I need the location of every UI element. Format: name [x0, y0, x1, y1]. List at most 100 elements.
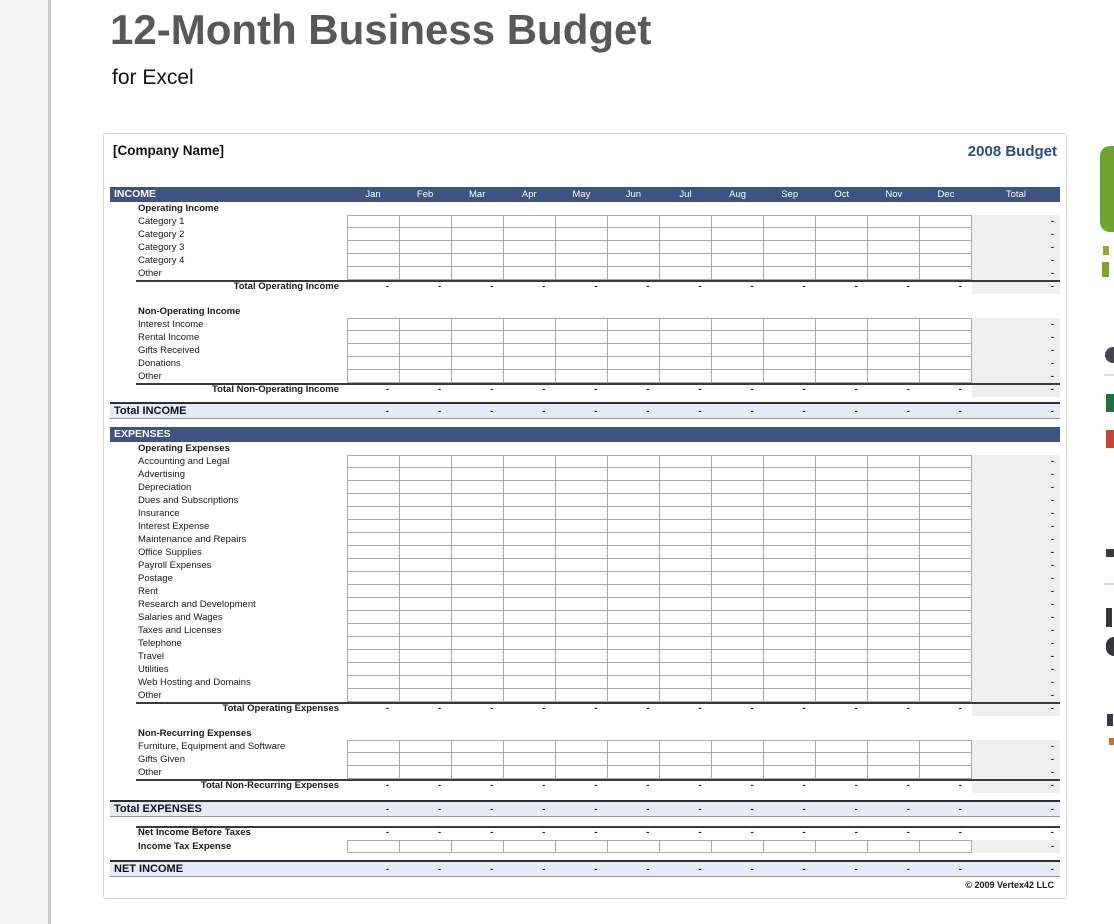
input-cell [920, 318, 972, 331]
dash-cell: - [712, 280, 764, 294]
sheet: INCOMEJanFebMarAprMayJunJulAugSepOctNovD… [110, 187, 1060, 877]
row-label: Insurance [110, 507, 347, 520]
entry-row: Office Supplies- [110, 546, 1060, 559]
empty-cell [555, 442, 607, 455]
input-cell [920, 507, 972, 520]
input-cell [504, 533, 556, 546]
input-cell [400, 468, 452, 481]
dash-cell: - [816, 779, 868, 793]
empty-cell [764, 727, 816, 740]
total-cell: - [972, 331, 1060, 344]
input-cell [712, 753, 764, 766]
text-clipped-1 [1106, 549, 1114, 557]
empty-cell [920, 442, 972, 455]
input-cell [764, 507, 816, 520]
month-header [451, 427, 503, 442]
empty-cell [764, 442, 816, 455]
total-cell: - [972, 862, 1060, 876]
dash-cell: - [868, 404, 920, 418]
entry-row: Interest Income- [110, 318, 1060, 331]
input-cell [712, 585, 764, 598]
input-cell [608, 766, 660, 779]
input-cell [868, 611, 920, 624]
input-cell [347, 370, 400, 383]
input-cell [452, 740, 504, 753]
entry-row: Category 2- [110, 228, 1060, 241]
input-cell [868, 840, 920, 853]
download-button-clipped[interactable] [1100, 146, 1114, 232]
input-cell [712, 481, 764, 494]
entry-row: Other- [110, 267, 1060, 280]
input-cell [816, 520, 868, 533]
total-cell: - [972, 598, 1060, 611]
group-title: Operating Income [110, 202, 347, 215]
link-text-clipped-1[interactable] [1103, 246, 1109, 255]
input-cell [556, 840, 608, 853]
input-cell [400, 215, 452, 228]
empty-cell [347, 727, 399, 740]
empty-cell [607, 202, 659, 215]
input-cell [764, 689, 816, 702]
dash-cell: - [868, 779, 920, 793]
input-cell [400, 637, 452, 650]
input-cell [816, 344, 868, 357]
input-cell [452, 481, 504, 494]
total-cell: - [972, 344, 1060, 357]
dash-cell: - [399, 404, 451, 418]
row-label: Category 1 [110, 215, 347, 228]
row-label: Accounting and Legal [110, 455, 347, 468]
input-cell [504, 468, 556, 481]
input-cell [920, 624, 972, 637]
entry-row: Advertising- [110, 468, 1060, 481]
month-header [659, 427, 711, 442]
input-cell [764, 546, 816, 559]
month-header: Oct [816, 187, 868, 202]
input-cell [504, 228, 556, 241]
band-label: NET INCOME [110, 862, 347, 876]
input-cell [504, 840, 556, 853]
input-cell [920, 481, 972, 494]
input-cell [400, 598, 452, 611]
input-cell [452, 507, 504, 520]
input-cell [400, 507, 452, 520]
input-cell [608, 598, 660, 611]
dash-cell: - [451, 702, 503, 716]
dash-cell: - [399, 383, 451, 397]
empty-cell [503, 202, 555, 215]
row-label: Postage [110, 572, 347, 585]
input-cell [764, 740, 816, 753]
row-label: Other [110, 267, 347, 280]
dash-cell: - [555, 802, 607, 816]
link-text-clipped-2[interactable] [1102, 262, 1109, 277]
input-cell [400, 344, 452, 357]
input-cell [452, 468, 504, 481]
input-cell [660, 559, 712, 572]
input-cell [608, 663, 660, 676]
spacer-row [110, 817, 1060, 826]
input-cell [816, 215, 868, 228]
input-cell [556, 624, 608, 637]
total-header: Total [972, 187, 1060, 202]
input-cell [660, 318, 712, 331]
input-cell [504, 267, 556, 280]
input-cell [608, 650, 660, 663]
input-cell [816, 331, 868, 344]
total-cell [972, 727, 1060, 740]
input-cell [400, 318, 452, 331]
dash-cell: - [451, 383, 503, 397]
dash-cell: - [399, 862, 451, 876]
input-cell [816, 585, 868, 598]
total-cell: - [972, 624, 1060, 637]
input-cell [660, 481, 712, 494]
input-cell [400, 840, 452, 853]
input-cell [556, 455, 608, 468]
input-cell [556, 215, 608, 228]
empty-cell [451, 305, 503, 318]
input-cell [608, 455, 660, 468]
input-cell [816, 740, 868, 753]
input-cell [608, 481, 660, 494]
spacer-row [110, 716, 1060, 727]
input-cell [400, 357, 452, 370]
input-cell [920, 546, 972, 559]
input-cell [556, 494, 608, 507]
